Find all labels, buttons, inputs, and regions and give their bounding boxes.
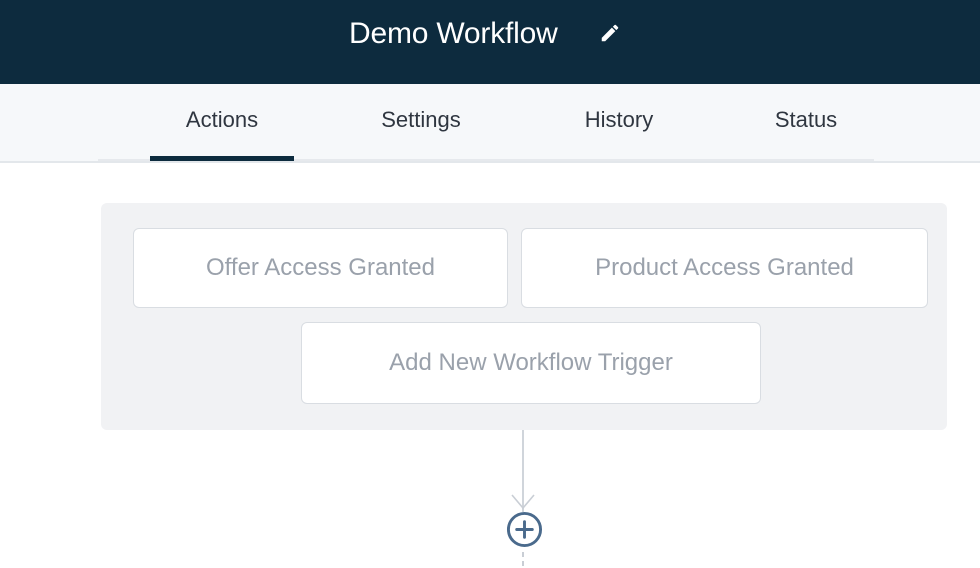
trigger-offer-access-granted[interactable]: Offer Access Granted	[133, 228, 508, 308]
trigger-panel: Offer Access Granted Product Access Gran…	[101, 203, 947, 430]
arrow-down-icon	[511, 494, 535, 510]
tab-status[interactable]: Status	[760, 84, 852, 161]
tab-settings[interactable]: Settings	[362, 84, 480, 161]
app-header: Demo Workflow	[0, 0, 980, 84]
tab-actions[interactable]: Actions	[150, 84, 294, 161]
tab-history[interactable]: History	[566, 84, 672, 161]
flow-connector-dashed	[522, 552, 524, 568]
workflow-title: Demo Workflow	[349, 17, 558, 50]
trigger-product-access-granted[interactable]: Product Access Granted	[521, 228, 928, 308]
tab-bar: Actions Settings History Status	[0, 84, 980, 163]
edit-title-button[interactable]	[597, 20, 623, 46]
plus-circle-icon[interactable]	[506, 511, 543, 548]
pencil-icon	[601, 24, 619, 42]
add-workflow-trigger-button[interactable]: Add New Workflow Trigger	[301, 322, 761, 404]
